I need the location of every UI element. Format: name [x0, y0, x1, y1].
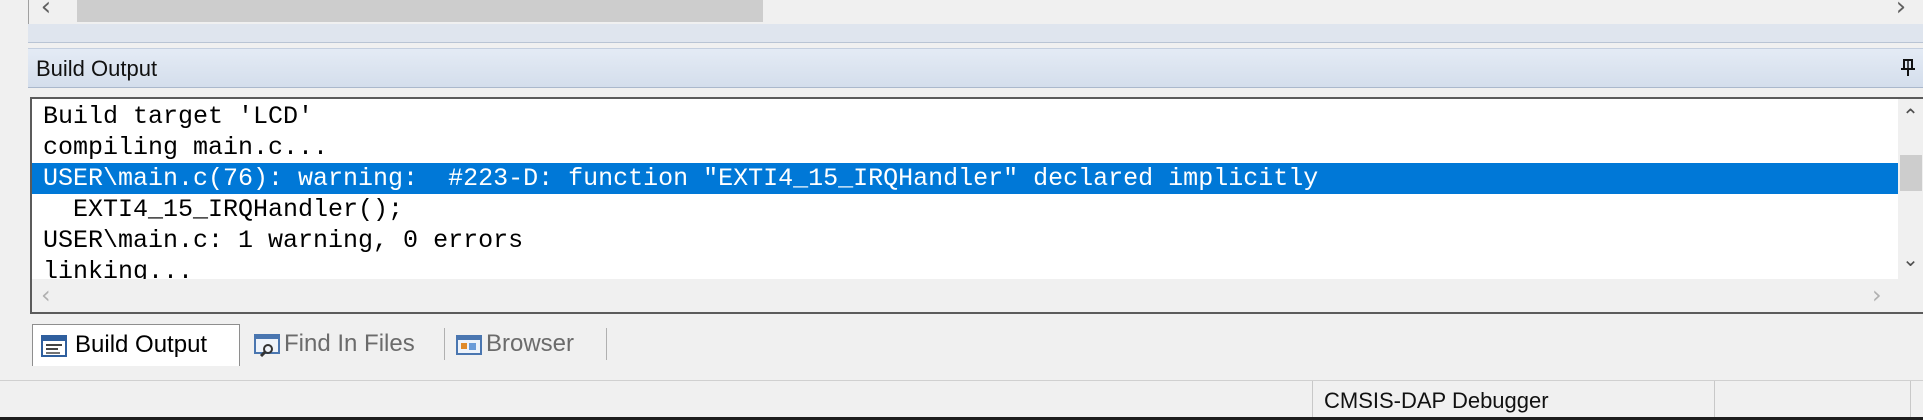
vertical-scrollbar-thumb[interactable] — [1900, 155, 1922, 191]
scroll-up-icon[interactable]: ⌃ — [1898, 103, 1923, 129]
tab-label: Find In Files — [284, 330, 415, 357]
tab-build-output[interactable]: Build Output — [32, 324, 240, 366]
scroll-right-icon[interactable]: › — [1884, 0, 1918, 24]
output-line[interactable]: USER\main.c: 1 warning, 0 errors — [32, 225, 1900, 256]
tab-label: Build Output — [75, 331, 208, 358]
output-line[interactable]: compiling main.c... — [32, 132, 1900, 163]
scroll-left-icon[interactable]: ‹ — [41, 281, 51, 309]
pin-icon[interactable] — [1899, 58, 1919, 78]
tab-separator — [444, 328, 445, 360]
find-in-files-icon — [254, 334, 280, 357]
build-output-title-bar: Build Output ✕ — [28, 48, 1923, 88]
build-output-icon — [41, 335, 67, 357]
scroll-left-icon[interactable]: ‹ — [29, 0, 63, 24]
status-cell-empty — [1910, 381, 1923, 417]
scroll-down-icon[interactable]: ⌄ — [1898, 246, 1923, 272]
build-output-text-area[interactable]: Build target 'LCD' compiling main.c... USE… — [30, 97, 1923, 314]
scrollbar-thumb[interactable] — [77, 0, 763, 22]
browser-icon — [456, 335, 482, 355]
debugger-name: CMSIS-DAP Debugger — [1324, 388, 1549, 413]
tab-browser[interactable]: Browser — [452, 324, 592, 366]
output-horizontal-scrollbar[interactable]: ‹ › — [32, 279, 1923, 312]
tab-find-in-files[interactable]: Find In Files — [250, 324, 466, 366]
panel-title: Build Output — [36, 56, 158, 81]
output-line[interactable]: EXTI4_15_IRQHandler(); — [32, 194, 1900, 225]
pane-splitter[interactable] — [28, 24, 1923, 43]
tab-label: Browser — [486, 330, 575, 357]
editor-horizontal-scrollbar[interactable]: ‹ › — [28, 0, 1923, 24]
status-bar: CMSIS-DAP Debugger — [0, 380, 1923, 420]
output-line-selected[interactable]: USER\main.c(76): warning: #223-D: functi… — [32, 163, 1900, 194]
output-lines[interactable]: Build target 'LCD' compiling main.c... USE… — [32, 99, 1900, 279]
scroll-right-icon[interactable]: › — [1872, 281, 1882, 309]
output-tabs: Build Output Find In Files Browser — [28, 320, 1923, 368]
tab-separator — [606, 328, 607, 360]
status-cell-empty — [1714, 381, 1910, 417]
status-debugger: CMSIS-DAP Debugger — [1312, 381, 1714, 417]
output-line[interactable]: linking... — [32, 256, 1900, 279]
output-line[interactable]: Build target 'LCD' — [32, 101, 1900, 132]
vertical-scrollbar[interactable]: ⌃ ⌄ — [1898, 99, 1923, 279]
